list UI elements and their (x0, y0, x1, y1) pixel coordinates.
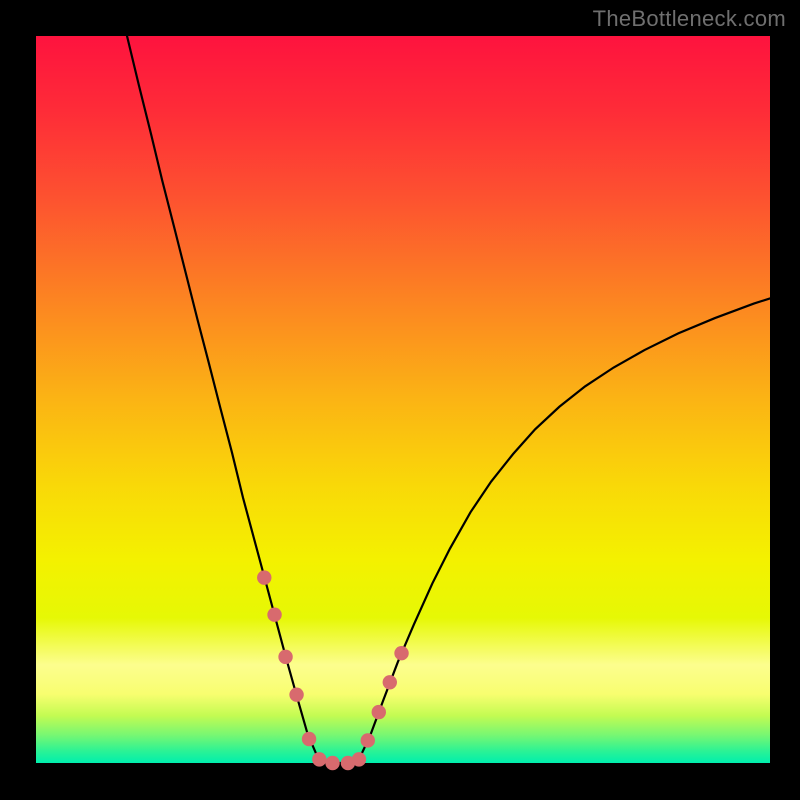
trough-marker (325, 756, 339, 770)
trough-marker (383, 675, 397, 689)
trough-marker (352, 752, 366, 766)
trough-marker (372, 705, 386, 719)
trough-marker (361, 733, 375, 747)
chart-stage: TheBottleneck.com (0, 0, 800, 800)
trough-marker (302, 732, 316, 746)
trough-marker (267, 607, 281, 621)
trough-marker (257, 570, 271, 584)
trough-marker (278, 650, 292, 664)
trough-marker (312, 752, 326, 766)
trough-marker (394, 646, 408, 660)
watermark-text: TheBottleneck.com (593, 6, 786, 32)
trough-marker (289, 687, 303, 701)
chart-svg (0, 0, 800, 800)
